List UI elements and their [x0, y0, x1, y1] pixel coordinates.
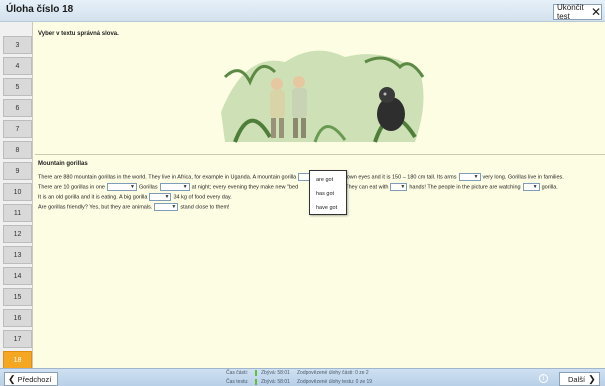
- question-nav-5[interactable]: 5: [3, 78, 32, 96]
- question-nav-16[interactable]: 16: [3, 309, 32, 327]
- time-part-indicator: [255, 370, 257, 376]
- header-bar: Úloha číslo 18 Ukončit test ✕: [0, 0, 605, 22]
- answer-dropdown[interactable]: ▼: [522, 183, 540, 191]
- answer-dropdown[interactable]: ▼: [149, 193, 172, 201]
- chevron-down-icon: ▼: [130, 184, 135, 190]
- next-button[interactable]: Další ❯: [559, 372, 600, 386]
- question-nav-7[interactable]: 7: [3, 120, 32, 138]
- instruction-text: Vyber v textu správná slova.: [38, 31, 119, 37]
- info-icon[interactable]: i: [539, 374, 548, 383]
- answered-part-count: Zodpovězené úlohy části: 0 ze 2: [297, 370, 369, 376]
- time-part-label: Čas části:: [226, 370, 248, 376]
- close-icon: ✕: [590, 5, 601, 19]
- page-title: Úloha číslo 18: [6, 4, 74, 15]
- dropdown-option[interactable]: are got: [316, 177, 333, 183]
- next-label: Další: [568, 374, 586, 384]
- end-test-button[interactable]: Ukončit test ✕: [553, 3, 602, 21]
- passage-line: Are gorillas friendly? Yes, but they are…: [38, 203, 230, 211]
- chevron-down-icon: ▼: [171, 204, 177, 210]
- question-nav-6[interactable]: 6: [3, 99, 32, 117]
- chevron-left-icon: ❮: [8, 373, 16, 384]
- chevron-down-icon: ▼: [532, 184, 538, 190]
- time-test-remaining: Zbývá: 58:01: [261, 379, 290, 385]
- answer-dropdown[interactable]: ▼: [106, 183, 137, 191]
- passage-line: There are 10 gorillas in one ▼ Gorillas ▼ at…: [38, 183, 558, 191]
- question-sidebar: 3 4 5 6 7 8 9 10 11 12 13 14 15 16 17 18: [0, 22, 33, 369]
- question-nav-4[interactable]: 4: [3, 57, 32, 75]
- dropdown-option[interactable]: has got: [316, 191, 334, 197]
- time-test-indicator: [255, 379, 257, 385]
- question-nav-11[interactable]: 11: [3, 204, 32, 222]
- previous-button[interactable]: ❮ Předchozí: [4, 372, 58, 386]
- question-nav-10[interactable]: 10: [3, 183, 32, 201]
- answered-test-count: Zodpovězené úlohy testu: 0 ze 19: [297, 379, 373, 385]
- time-part-remaining: Zbývá: 58:01: [261, 370, 290, 376]
- time-test-label: Čas testu:: [226, 379, 249, 385]
- question-nav-8[interactable]: 8: [3, 141, 32, 159]
- chevron-down-icon: ▼: [400, 184, 406, 190]
- answer-dropdown[interactable]: ▼: [159, 183, 190, 191]
- chevron-down-icon: ▼: [473, 174, 479, 180]
- exercise-content: Vyber v textu správná slova. Mountain go…: [33, 22, 605, 368]
- dropdown-option[interactable]: have got: [316, 205, 337, 211]
- chevron-down-icon: ▼: [182, 184, 188, 190]
- question-nav-18[interactable]: 18: [3, 351, 32, 369]
- gorilla-jungle-illustration: [215, 42, 431, 146]
- section-divider: [35, 154, 605, 155]
- question-nav-3[interactable]: 3: [3, 36, 32, 54]
- passage-title: Mountain gorillas: [38, 161, 88, 167]
- answer-dropdown[interactable]: ▼: [458, 173, 481, 181]
- passage-line: It is an old gorilla and it is eating. A…: [38, 193, 232, 201]
- question-nav-12[interactable]: 12: [3, 225, 32, 243]
- answer-dropdown[interactable]: ▼: [154, 203, 179, 211]
- end-test-label: Ukončit test: [557, 3, 584, 21]
- chevron-down-icon: ▼: [164, 194, 170, 200]
- question-nav-9[interactable]: 9: [3, 162, 32, 180]
- question-nav-17[interactable]: 17: [3, 330, 32, 348]
- dropdown-options-list: are got has got have got: [309, 170, 347, 215]
- previous-label: Předchozí: [17, 374, 52, 384]
- question-nav-15[interactable]: 15: [3, 288, 32, 306]
- answer-dropdown[interactable]: ▼: [390, 183, 408, 191]
- footer-bar: ❮ Předchozí Čas části: Zbývá: 58:01 Zodp…: [0, 368, 605, 386]
- question-nav-13[interactable]: 13: [3, 246, 32, 264]
- question-nav-14[interactable]: 14: [3, 267, 32, 285]
- chevron-right-icon: ❯: [588, 373, 596, 384]
- passage-line: There are 880 mountain gorillas in the w…: [38, 173, 564, 181]
